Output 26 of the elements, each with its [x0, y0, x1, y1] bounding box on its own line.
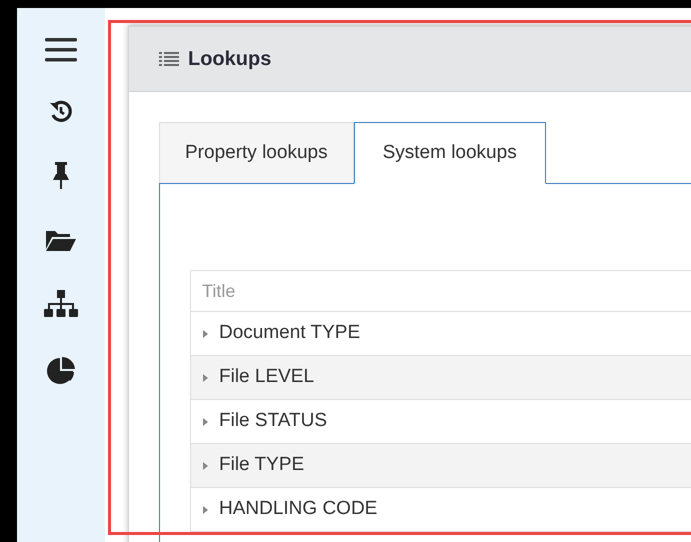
table-row[interactable]: File TYPE	[190, 444, 691, 488]
caret-right-icon[interactable]	[202, 330, 208, 338]
table-row[interactable]: Document TYPE	[190, 312, 691, 356]
row-title: HANDLING CODE	[219, 497, 378, 522]
panel-title: Lookups	[188, 47, 272, 72]
table-row[interactable]: File LEVEL	[190, 356, 691, 400]
caret-right-icon[interactable]	[202, 462, 208, 470]
menu-icon[interactable]	[45, 38, 77, 62]
row-title: File LEVEL	[219, 365, 314, 390]
row-title: File TYPE	[219, 453, 304, 478]
list-icon	[159, 52, 179, 66]
history-icon[interactable]	[49, 100, 73, 124]
caret-right-icon[interactable]	[202, 418, 208, 426]
pie-chart-icon[interactable]	[46, 356, 76, 386]
table-row[interactable]: HANDLING CODE	[190, 488, 691, 532]
pin-icon[interactable]	[52, 162, 70, 190]
caret-right-icon[interactable]	[202, 374, 208, 382]
caret-right-icon[interactable]	[202, 506, 208, 514]
row-title: Document TYPE	[219, 321, 360, 346]
tab[interactable]: System lookups	[354, 122, 546, 184]
tab[interactable]: Property lookups	[159, 122, 354, 183]
table-row[interactable]: File STATUS	[190, 400, 691, 444]
filter-field[interactable]: Title	[190, 270, 691, 312]
sitemap-icon[interactable]	[44, 290, 78, 318]
row-title: File STATUS	[219, 409, 328, 434]
folder-icon[interactable]	[45, 228, 77, 252]
